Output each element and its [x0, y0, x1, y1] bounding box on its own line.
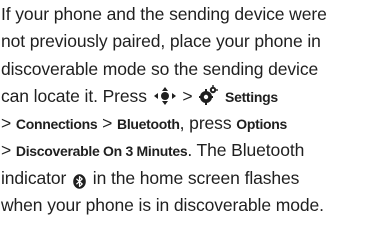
line-1-text: If your phone and the sending device wer… [1, 4, 327, 24]
line-3-text: discoverable mode so the sending device [1, 58, 319, 79]
line-4-text: can locate it. Press [1, 85, 147, 106]
text-line-3: discoverable mode so the sending device [1, 56, 367, 83]
line-2-text: not previously paired, place your phone … [1, 31, 321, 52]
menu-separator: > [1, 113, 12, 134]
options-label: Options [236, 116, 288, 133]
text-line-6: > Discoverable On 3 Minutes. The Bluetoo… [1, 137, 367, 164]
menu-separator: > [102, 113, 113, 134]
bluetooth-label: Bluetooth [117, 116, 180, 133]
line-7-text-end: in the home screen flashes [92, 167, 300, 188]
line-5-text: , press [179, 113, 232, 134]
text-line-8: when your phone is in discoverable mode. [1, 192, 367, 219]
text-line-5: > Connections > Bluetooth, press Options [1, 110, 367, 137]
text-line-2: not previously paired, place your phone … [1, 28, 367, 55]
discoverable-label: Discoverable On 3 Minutes [15, 143, 188, 160]
text-line-1: If your phone and the sending device wer… [1, 1, 367, 28]
text-line-4: can locate it. Press > Settings [1, 83, 367, 110]
line-6-text: . The Bluetooth [187, 140, 305, 161]
instruction-paragraph: If your phone and the sending device wer… [1, 1, 367, 219]
settings-label: Settings [225, 88, 278, 105]
navigation-key-icon [153, 86, 176, 106]
bluetooth-indicator-icon [73, 170, 86, 189]
connections-label: Connections [15, 116, 98, 133]
menu-separator: > [1, 140, 12, 161]
text-line-7: indicator in the home screen flashes [1, 165, 367, 192]
line-8-text: when your phone is in discoverable mode. [1, 195, 324, 216]
settings-gear-icon [198, 85, 219, 106]
line-7-text: indicator [1, 167, 67, 188]
menu-separator: > [182, 85, 193, 106]
